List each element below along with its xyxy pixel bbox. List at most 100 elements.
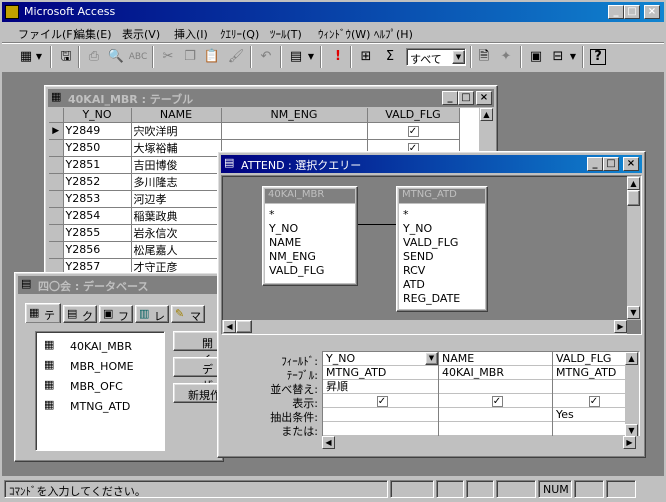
cell-name[interactable]: 河辺孝 [131, 190, 222, 208]
table-pane-hscrollbar[interactable] [222, 320, 627, 334]
cell-y-no[interactable]: Y2854 [63, 207, 132, 225]
grid-or-cell[interactable] [553, 422, 632, 436]
grid-column[interactable]: Y_NO MTNG_ATD 昇順 ✓ ▼ [323, 352, 439, 438]
field-list-item[interactable]: RCV [403, 264, 425, 277]
col-header-y-no[interactable]: Y_NO [63, 108, 132, 123]
checkbox-checked-icon[interactable]: ✓ [588, 396, 600, 407]
open-button[interactable]: 開く [173, 331, 223, 366]
grid-vscrollbar[interactable]: ▲ ▼ [625, 352, 639, 438]
row-selector[interactable] [49, 224, 64, 242]
row-selector[interactable] [49, 190, 64, 208]
menu-query[interactable]: ｸｴﾘｰ(Q) [220, 26, 259, 42]
cell-nm-eng[interactable] [221, 122, 368, 140]
design-button[interactable]: デザ [173, 357, 223, 392]
field-dropdown-icon[interactable]: ▼ [425, 352, 438, 365]
grid-show-cell[interactable]: ✓ [553, 394, 632, 408]
save-icon[interactable]: 🖫 [56, 47, 76, 67]
cell-name[interactable]: 宍吹洋明 [131, 122, 222, 140]
query-maximize-button[interactable]: □ [603, 157, 619, 171]
totals-icon[interactable]: Σ [380, 47, 400, 67]
run-icon[interactable]: ! [328, 47, 348, 67]
field-list-item[interactable]: * [403, 208, 409, 221]
grid-table-cell[interactable]: MTNG_ATD [323, 366, 438, 380]
list-item[interactable]: ▦ 40KAI_MBR [42, 338, 160, 354]
view-dropdown-icon[interactable]: ▼ [34, 47, 44, 67]
scroll-down-icon[interactable]: ▼ [627, 306, 640, 319]
properties-icon[interactable]: 🗎 [474, 47, 494, 67]
help-icon[interactable]: ? [590, 49, 606, 65]
grid-or-cell[interactable] [323, 422, 438, 436]
field-list-item[interactable]: VALD_FLG [269, 264, 324, 277]
tab-queries[interactable]: ▤ ク [63, 305, 97, 323]
menu-edit[interactable]: 編集(E) [74, 26, 112, 42]
scroll-up-icon[interactable]: ▲ [625, 352, 638, 365]
query-type-icon[interactable]: ▤ [286, 47, 306, 67]
scroll-right-icon[interactable]: ▶ [623, 436, 636, 449]
combo-dropdown-icon[interactable]: ▼ [452, 50, 465, 64]
database-window-icon[interactable]: ▣ [526, 47, 546, 67]
table-close-button[interactable]: × [476, 91, 492, 105]
cell-name[interactable]: 岩永信次 [131, 224, 222, 242]
cell-y-no[interactable]: Y2849 [63, 122, 132, 140]
field-list-item[interactable]: SEND [403, 250, 434, 263]
new-object-dropdown-icon[interactable]: ▼ [568, 47, 578, 67]
grid-hscrollbar[interactable] [322, 436, 640, 450]
list-item[interactable]: ▦ MBR_HOME [42, 358, 160, 374]
grid-column[interactable]: VALD_FLG MTNG_ATD ✓ Yes [553, 352, 633, 438]
col-header-nm-eng[interactable]: NM_ENG [221, 108, 368, 123]
top-values-combo[interactable]: すべて ▼ [406, 48, 466, 66]
table-row[interactable]: ▶ Y2849 宍吹洋明 ✓ [49, 122, 460, 140]
tab-forms[interactable]: ▣ フ [99, 305, 133, 323]
scroll-thumb[interactable] [236, 320, 252, 333]
print-icon[interactable]: ⎙ [84, 47, 104, 67]
cell-name[interactable]: 吉田博俊 [131, 156, 222, 174]
field-list-item[interactable]: REG_DATE [403, 292, 460, 305]
row-selector[interactable]: ▶ [49, 122, 64, 140]
grid-show-cell[interactable]: ✓ [323, 394, 438, 408]
spell-icon[interactable]: ABC [128, 47, 148, 67]
field-list-item[interactable]: NAME [269, 236, 301, 249]
menu-view[interactable]: 表示(V) [122, 26, 160, 42]
scroll-thumb[interactable] [627, 190, 640, 206]
new-button[interactable]: 新規作 [173, 383, 223, 403]
grid-field-cell[interactable]: NAME [439, 352, 552, 366]
query-minimize-button[interactable]: _ [587, 157, 603, 171]
field-list-item[interactable]: NM_ENG [269, 250, 316, 263]
table-maximize-button[interactable]: □ [458, 91, 474, 105]
grid-show-cell[interactable]: ✓ [439, 394, 552, 408]
preview-icon[interactable]: 🔍 [106, 47, 126, 67]
list-item[interactable]: ▦ MBR_OFC [42, 378, 160, 394]
menu-insert[interactable]: 挿入(I) [174, 26, 208, 42]
grid-sort-cell[interactable] [553, 380, 632, 394]
view-icon[interactable]: ▦ [16, 47, 36, 67]
cell-name[interactable]: 松尾嘉人 [131, 241, 222, 259]
grid-sort-cell[interactable]: 昇順 [323, 380, 438, 394]
field-list-item[interactable]: * [269, 208, 275, 221]
scroll-right-icon[interactable]: ▶ [614, 320, 627, 333]
cell-y-no[interactable]: Y2852 [63, 173, 132, 191]
grid-criteria-cell[interactable]: Yes [553, 408, 632, 422]
tab-reports[interactable]: ▥ レ [135, 305, 169, 323]
cell-y-no[interactable]: Y2853 [63, 190, 132, 208]
checkbox-checked-icon[interactable]: ✓ [376, 396, 388, 407]
tab-tables[interactable]: ▦ テ [25, 303, 61, 323]
col-header-name[interactable]: NAME [131, 108, 222, 123]
field-list-mtng-atd[interactable]: MTNG_ATD * Y_NO VALD_FLG SEND RCV ATD REG_DATE [396, 186, 488, 312]
cell-y-no[interactable]: Y2851 [63, 156, 132, 174]
build-icon[interactable]: ✦ [496, 47, 516, 67]
scroll-up-icon[interactable]: ▲ [627, 177, 640, 190]
grid-field-cell[interactable]: VALD_FLG [553, 352, 632, 366]
show-table-icon[interactable]: ⊞ [356, 47, 376, 67]
cell-name[interactable]: 多川隆志 [131, 173, 222, 191]
cut-icon[interactable]: ✂ [158, 47, 178, 67]
cell-name[interactable]: 稲葉政典 [131, 207, 222, 225]
grid-column[interactable]: NAME 40KAI_MBR ✓ [439, 352, 553, 438]
field-list-40kai-mbr[interactable]: 40KAI_MBR * Y_NO NAME NM_ENG VALD_FLG [262, 186, 358, 286]
checkbox-checked-icon[interactable]: ✓ [407, 126, 419, 137]
grid-table-cell[interactable]: MTNG_ATD [553, 366, 632, 380]
checkbox-checked-icon[interactable]: ✓ [491, 396, 503, 407]
close-button[interactable]: × [644, 5, 660, 19]
cell-y-no[interactable]: Y2855 [63, 224, 132, 242]
row-selector[interactable] [49, 207, 64, 225]
col-header-vald-flg[interactable]: VALD_FLG [367, 108, 460, 123]
